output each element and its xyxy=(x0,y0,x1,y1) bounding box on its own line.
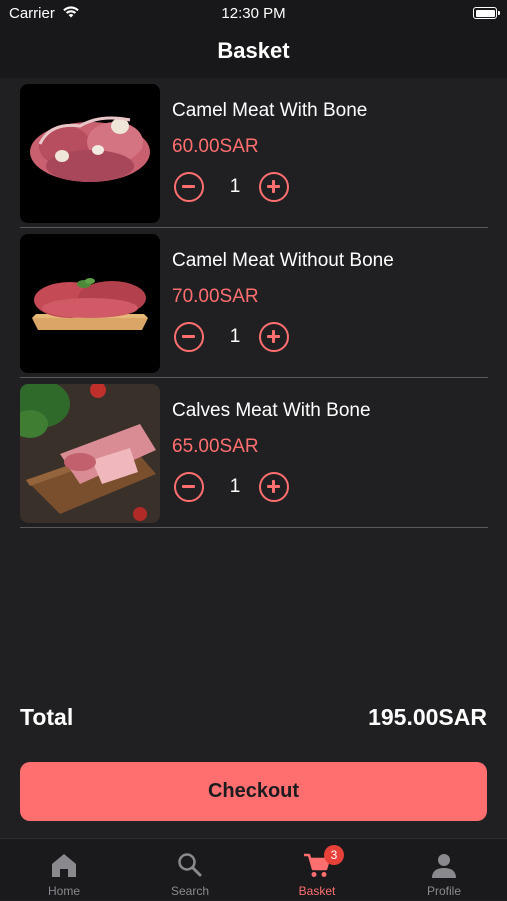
basket-item[interactable]: Camel Meat Without Bone 70.00SAR 1 xyxy=(20,228,488,378)
total-label: Total xyxy=(20,704,74,730)
tab-label: Search xyxy=(170,884,210,898)
tab-bar: Home Search Basket Profile 3 xyxy=(0,838,507,900)
tab-label: Home xyxy=(47,884,80,898)
item-name: Camel Meat With Bone xyxy=(172,100,368,121)
clock: 12:30 PM xyxy=(221,5,286,22)
total-value: 195.00SAR xyxy=(368,704,487,730)
increase-quantity-button[interactable] xyxy=(259,322,289,352)
calves-meat-with-bone-photo xyxy=(20,384,160,523)
camel-meat-with-bone-photo xyxy=(20,84,160,223)
tab-label: Basket xyxy=(298,884,336,898)
status-bar: Carrier 12:30 PM xyxy=(0,0,507,28)
quantity-stepper: 1 xyxy=(172,322,302,356)
decrease-quantity-button[interactable] xyxy=(174,172,204,202)
increase-quantity-button[interactable] xyxy=(259,172,289,202)
increase-quantity-button[interactable] xyxy=(259,472,289,502)
tab-label: Profile xyxy=(426,884,461,898)
battery-icon xyxy=(473,7,500,19)
basket-item[interactable]: Camel Meat With Bone 60.00SAR 1 xyxy=(20,78,488,228)
navigation-bar: Basket xyxy=(0,28,507,78)
item-name: Camel Meat Without Bone xyxy=(172,250,394,271)
person-icon xyxy=(429,851,459,879)
basket-item[interactable]: Calves Meat With Bone 65.00SAR 1 xyxy=(20,378,488,528)
quantity-value: 1 xyxy=(229,326,241,347)
quantity-stepper: 1 xyxy=(172,172,302,206)
item-name: Calves Meat With Bone xyxy=(172,400,371,421)
checkout-button[interactable]: Checkout xyxy=(20,762,487,821)
item-price: 60.00SAR xyxy=(172,136,259,157)
search-icon xyxy=(175,851,205,879)
basket-list: Camel Meat With Bone 60.00SAR 1 Camel Me… xyxy=(20,78,488,528)
tab-home[interactable]: Home xyxy=(1,839,127,901)
camel-meat-without-bone-photo xyxy=(20,234,160,373)
item-price: 65.00SAR xyxy=(172,436,259,457)
quantity-value: 1 xyxy=(229,176,241,197)
quantity-stepper: 1 xyxy=(172,472,302,506)
total-row: Total 195.00SAR xyxy=(20,704,487,736)
basket-count-badge: 3 xyxy=(324,845,344,865)
item-price: 70.00SAR xyxy=(172,286,259,307)
decrease-quantity-button[interactable] xyxy=(174,472,204,502)
tab-search[interactable]: Search xyxy=(127,839,253,901)
tab-basket[interactable]: Basket xyxy=(254,839,380,901)
page-title: Basket xyxy=(217,38,290,63)
home-icon xyxy=(49,851,79,879)
tab-profile[interactable]: Profile xyxy=(381,839,507,901)
quantity-value: 1 xyxy=(229,476,241,497)
decrease-quantity-button[interactable] xyxy=(174,322,204,352)
